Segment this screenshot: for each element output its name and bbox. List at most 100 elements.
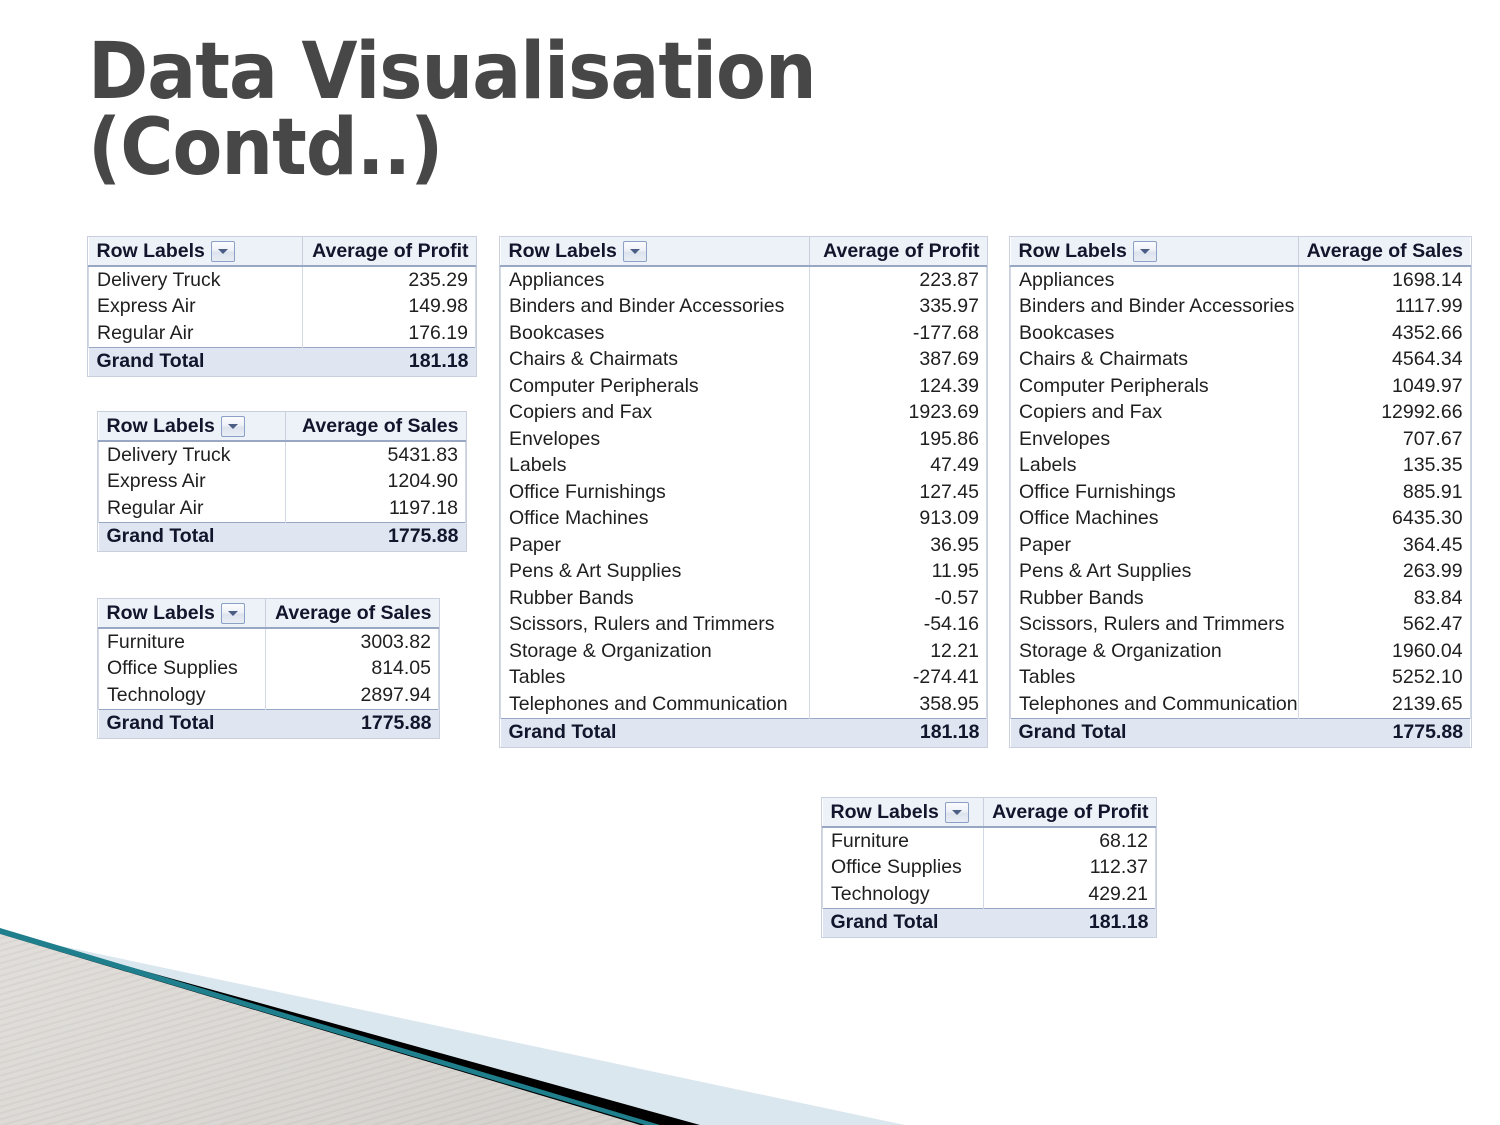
row-value-cell: 1960.04	[1297, 638, 1471, 665]
table-header-row: Row Labels Average of Profit	[88, 237, 476, 267]
grand-total-label: Grand Total	[88, 346, 303, 376]
table-row: Rubber Bands 83.84	[1010, 585, 1471, 612]
row-labels-text: Row Labels	[106, 414, 215, 437]
row-label-cell: Office Furnishings	[1010, 479, 1299, 506]
row-value-cell: -54.16	[809, 611, 987, 638]
row-value-cell: 12992.66	[1297, 399, 1471, 426]
pivot-table-subcategory-profit: Row Labels Average of Profit Appliances 223…	[500, 237, 987, 747]
table-row: Copiers and Fax 12992.66	[1010, 399, 1471, 426]
row-label-cell: Chairs & Chairmats	[1010, 346, 1299, 373]
column-header-row-labels: Row Labels	[98, 599, 266, 629]
row-label-cell: Express Air	[88, 293, 303, 320]
row-label-cell: Delivery Truck	[98, 441, 286, 469]
row-value-cell: 1117.99	[1297, 293, 1471, 320]
row-label-cell: Express Air	[98, 468, 286, 495]
row-label-cell: Tables	[1010, 664, 1299, 691]
row-labels-text: Row Labels	[106, 601, 215, 624]
chevron-down-icon[interactable]	[210, 240, 235, 262]
row-label-cell: Tables	[500, 664, 810, 691]
row-label-cell: Furniture	[98, 628, 266, 656]
table-row: Labels 135.35	[1010, 452, 1471, 479]
row-label-cell: Furniture	[821, 827, 984, 855]
chevron-down-icon[interactable]	[622, 240, 647, 262]
row-value-cell: 814.05	[265, 655, 439, 682]
slide-decoration-graphic	[0, 928, 905, 1125]
grand-total-label: Grand Total	[98, 708, 266, 738]
row-label-cell: Telephones and Communication	[1010, 691, 1299, 718]
table-row: Chairs & Chairmats 387.69	[500, 346, 987, 373]
row-value-cell: 47.49	[809, 452, 987, 479]
pivot-table-ship-mode-profit: Row Labels Average of Profit Delivery Truc…	[88, 237, 476, 376]
row-label-cell: Office Machines	[500, 505, 810, 532]
table-row: Office Machines 913.09	[500, 505, 987, 532]
row-label-cell: Regular Air	[88, 320, 303, 347]
row-label-cell: Regular Air	[98, 495, 286, 522]
grand-total-value: 181.18	[809, 717, 987, 747]
row-value-cell: 68.12	[983, 827, 1156, 855]
decoration-pale-band	[0, 933, 905, 1125]
column-header-row-labels: Row Labels	[88, 237, 303, 267]
table-row: Copiers and Fax 1923.69	[500, 399, 987, 426]
row-value-cell: 429.21	[983, 881, 1156, 908]
grand-total-value: 1775.88	[265, 708, 439, 738]
chevron-down-icon[interactable]	[1132, 240, 1157, 262]
row-label-cell: Technology	[821, 881, 984, 908]
row-value-cell: 358.95	[809, 691, 987, 718]
decoration-black-wedge	[0, 931, 700, 1125]
row-labels-text: Row Labels	[830, 800, 939, 823]
row-label-cell: Technology	[98, 682, 266, 709]
table-row: Labels 47.49	[500, 452, 987, 479]
row-label-cell: Chairs & Chairmats	[500, 346, 810, 373]
table-row: Office Furnishings 885.91	[1010, 479, 1471, 506]
table-row: Chairs & Chairmats 4564.34	[1010, 346, 1471, 373]
decoration-striped-overlay	[0, 934, 640, 1125]
column-header-row-labels: Row Labels	[1010, 237, 1299, 267]
table-row: Binders and Binder Accessories 335.97	[500, 293, 987, 320]
chevron-down-icon[interactable]	[220, 602, 245, 624]
column-header-row-labels: Row Labels	[822, 798, 984, 828]
row-value-cell: 5252.10	[1297, 664, 1471, 691]
row-value-cell: 4352.66	[1297, 320, 1471, 347]
pivot-table-category-profit: Row Labels Average of Profit Furniture 68.1…	[821, 798, 1156, 937]
row-label-cell: Storage & Organization	[500, 638, 810, 665]
row-labels-text: Row Labels	[96, 239, 205, 262]
row-label-cell: Rubber Bands	[500, 585, 810, 612]
row-value-cell: 335.97	[809, 293, 987, 320]
table-row: Furniture 3003.82	[98, 628, 439, 656]
chevron-down-icon[interactable]	[944, 801, 969, 823]
table-row: Delivery Truck 235.29	[88, 266, 476, 294]
decoration-striped-triangle	[0, 934, 640, 1125]
row-value-cell: 83.84	[1297, 585, 1471, 612]
table-row: Express Air 1204.90	[98, 468, 466, 495]
row-label-cell: Telephones and Communication	[500, 691, 810, 718]
table-row: Technology 429.21	[821, 881, 1156, 908]
row-label-cell: Pens & Art Supplies	[500, 558, 810, 585]
table-row: Rubber Bands -0.57	[500, 585, 987, 612]
column-header-row-labels: Row Labels	[500, 237, 810, 267]
pivot-table-subcategory-sales: Row Labels Average of Sales Appliances 1698…	[1010, 237, 1471, 747]
grand-total-label: Grand Total	[98, 521, 286, 551]
pivot-table-category-sales: Row Labels Average of Sales Furniture 3003.…	[98, 599, 439, 738]
grand-total-value: 1775.88	[285, 521, 466, 551]
table-row: Office Machines 6435.30	[1010, 505, 1471, 532]
row-label-cell: Copiers and Fax	[1010, 399, 1299, 426]
chevron-down-icon[interactable]	[220, 415, 245, 437]
table-row: Telephones and Communication 358.95	[500, 691, 987, 718]
row-label-cell: Office Supplies	[821, 854, 984, 881]
row-label-cell: Paper	[1010, 532, 1299, 559]
row-label-cell: Labels	[1010, 452, 1299, 479]
table-row: Express Air 149.98	[88, 293, 476, 320]
table-row: Envelopes 195.86	[500, 426, 987, 453]
row-value-cell: 112.37	[983, 854, 1156, 881]
grand-total-row: Grand Total 181.18	[500, 717, 987, 747]
row-label-cell: Binders and Binder Accessories	[500, 293, 810, 320]
table-row: Scissors, Rulers and Trimmers 562.47	[1010, 611, 1471, 638]
column-header-value: Average of Profit	[983, 798, 1156, 828]
table-row: Paper 364.45	[1010, 532, 1471, 559]
row-value-cell: 223.87	[809, 266, 987, 294]
row-value-cell: 562.47	[1297, 611, 1471, 638]
row-label-cell: Office Machines	[1010, 505, 1299, 532]
row-value-cell: 149.98	[302, 293, 476, 320]
table-row: Technology 2897.94	[98, 682, 439, 709]
table-row: Office Furnishings 127.45	[500, 479, 987, 506]
